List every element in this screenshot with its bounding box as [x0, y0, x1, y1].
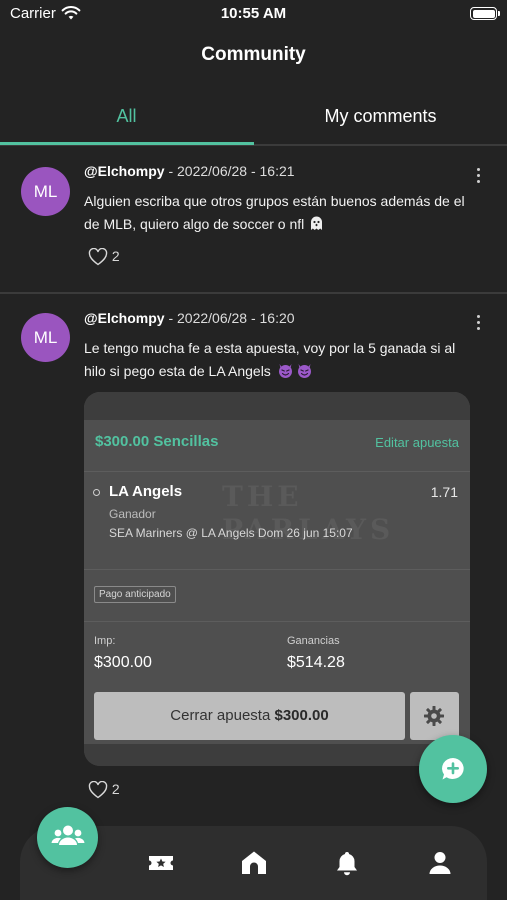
post-timestamp: - 2022/06/28 - 16:20: [164, 310, 295, 326]
profile-icon[interactable]: [425, 848, 455, 878]
ticket-star-icon[interactable]: [146, 848, 176, 878]
home-icon[interactable]: [239, 848, 269, 878]
tab-all[interactable]: All: [0, 96, 253, 144]
page-title: Community: [201, 44, 306, 65]
early-payout-badge: Pago anticipado: [94, 586, 176, 603]
selection-event: SEA Mariners @ LA Angels Dom 26 jun 15:0…: [109, 526, 353, 540]
heart-icon[interactable]: [88, 781, 108, 799]
card-bottom-strip: [84, 744, 470, 766]
place-bet-amount: $300.00: [274, 707, 329, 724]
post-author-handle[interactable]: @Elchompy: [84, 163, 165, 179]
heart-icon[interactable]: [88, 248, 108, 266]
bet-slip-card[interactable]: $300.00 Sencillas Editar apuesta THE PAR…: [84, 392, 470, 766]
post-divider: [0, 292, 507, 294]
stake-label: Imp:: [94, 635, 116, 647]
bet-settings-button[interactable]: [410, 692, 459, 740]
post-body: Alguien escriba que otros grupos están b…: [84, 193, 465, 232]
bell-icon[interactable]: [332, 848, 362, 878]
active-tab-indicator: [0, 142, 254, 145]
place-bet-button[interactable]: Cerrar apuesta $300.00: [94, 692, 405, 740]
selection-radio[interactable]: [93, 489, 100, 496]
selection-market: Ganador: [109, 507, 156, 521]
like-control[interactable]: 2: [88, 781, 120, 799]
smiling-devil-emoji-icon: [297, 364, 311, 378]
place-bet-label: Cerrar apuesta: [170, 707, 275, 724]
status-time: 10:55 AM: [220, 5, 287, 22]
like-control[interactable]: 2: [88, 248, 120, 266]
status-bar: Carrier 10:55 AM: [0, 0, 507, 30]
gear-icon: [424, 706, 444, 726]
post-author-handle[interactable]: @Elchompy: [84, 310, 165, 326]
post-timestamp: - 2022/06/28 - 16:21: [164, 163, 295, 179]
post-body: Le tengo mucha fe a esta apuesta, voy po…: [84, 340, 456, 379]
like-count: 2: [111, 248, 120, 264]
post-meta: @Elchompy - 2022/06/28 - 16:21: [84, 163, 295, 179]
winnings-label: Ganancias: [287, 635, 340, 647]
bet-slip-header: $300.00 Sencillas Editar apuesta: [84, 420, 470, 472]
bet-selection: THE PARLAYS LA Angels 1.71 Ganador SEA M…: [84, 472, 470, 570]
ghost-emoji-icon: [311, 216, 323, 230]
tab-my-comments[interactable]: My comments: [254, 96, 507, 144]
post-text: Alguien escriba que otros grupos están b…: [84, 190, 474, 236]
smiling-devil-emoji-icon: [278, 364, 292, 378]
post-meta: @Elchompy - 2022/06/28 - 16:20: [84, 310, 295, 326]
selection-team: LA Angels: [109, 483, 183, 500]
community-icon: [51, 825, 85, 845]
bet-slip-amount: $300.00 Sencillas: [95, 433, 219, 450]
add-comment-icon: [442, 758, 464, 780]
stake-summary: Imp: $300.00 Ganancias $514.28: [84, 621, 470, 691]
stake-value: $300.00: [94, 654, 152, 671]
more-options-icon[interactable]: [477, 315, 483, 333]
more-options-icon[interactable]: [477, 168, 483, 186]
battery-icon: [470, 7, 500, 20]
tab-bar: All My comments: [0, 96, 507, 146]
nav-community-button[interactable]: [37, 807, 98, 868]
post-item: ML @Elchompy - 2022/06/28 - 16:21 Alguie…: [0, 148, 507, 292]
selection-odds: 1.71: [430, 484, 458, 500]
card-top-strip: [84, 392, 470, 420]
avatar[interactable]: ML: [21, 313, 70, 362]
edit-bet-link[interactable]: Editar apuesta: [375, 435, 459, 450]
post-text: Le tengo mucha fe a esta apuesta, voy po…: [84, 337, 474, 383]
like-count: 2: [111, 781, 120, 797]
winnings-value: $514.28: [287, 654, 345, 671]
avatar[interactable]: ML: [21, 167, 70, 216]
add-comment-button[interactable]: [419, 735, 487, 803]
